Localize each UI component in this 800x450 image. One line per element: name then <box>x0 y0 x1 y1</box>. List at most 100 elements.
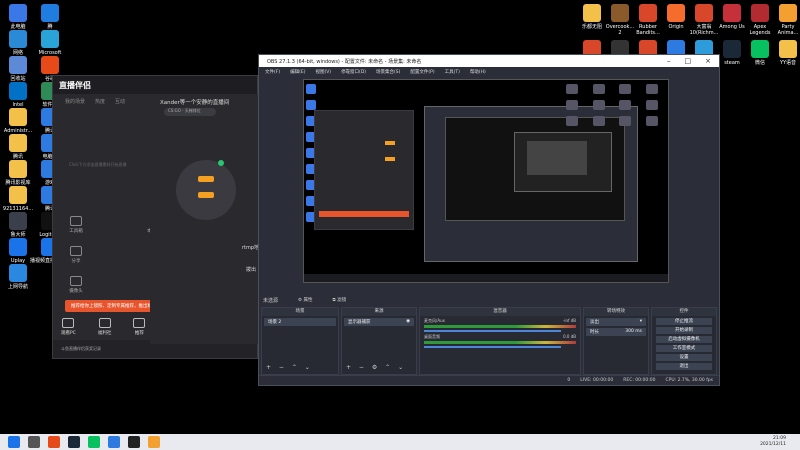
scenes-dock-controls[interactable]: + − ⌃ ⌄ <box>266 364 313 371</box>
studio-mode-button[interactable]: 工作室模式 <box>656 345 712 352</box>
virtual-camera-button[interactable]: 启动虚拟摄像机 <box>656 336 712 343</box>
desktop-icon[interactable]: 腾 <box>28 4 72 30</box>
menu-tools[interactable]: 工具(T) <box>445 69 460 75</box>
obs-window: OBS 27.1.3 (64-bit, windows) - 配置文件: 未命名… <box>258 54 720 386</box>
tool-toolbox[interactable]: 工具箱 <box>61 216 91 234</box>
app-icon <box>41 56 59 74</box>
exit-button[interactable]: 退出 <box>656 363 712 370</box>
app-icon-1[interactable] <box>48 436 60 448</box>
source-item-label: 显示器捕获 <box>348 320 371 325</box>
desktop-icon-label: YY语音 <box>779 60 797 66</box>
preview-icon <box>306 100 316 110</box>
volume-meter <box>424 325 576 328</box>
menu-scene-collection[interactable]: 场景集合(S) <box>376 69 400 75</box>
start-recording-button[interactable]: 开始录制 <box>656 327 712 334</box>
obs-preview[interactable] <box>303 79 669 283</box>
menu-view[interactable]: 视图(V) <box>315 69 331 75</box>
nav-welfare[interactable]: 福利社 <box>98 318 111 336</box>
dropped-frames: 0 <box>567 378 571 383</box>
app-icon <box>9 134 27 152</box>
flow-button-top[interactable] <box>198 176 214 182</box>
desktop: 此电脑腾网络Microsoft Edge回收站谷歌Intel软件管Adminis… <box>0 0 800 434</box>
mixer-dock: 混音器 麦克风/Aux -inf dB 桌面音频 0.0 dB <box>419 307 581 375</box>
flow-button-bottom[interactable] <box>198 192 214 198</box>
tool-label: 摄像头 <box>69 289 83 294</box>
properties-button[interactable]: ⚙ 属性 <box>298 297 312 303</box>
app-icon <box>9 212 27 230</box>
preview-icon <box>306 84 316 94</box>
minimize-icon[interactable]: – <box>667 57 671 65</box>
search-icon[interactable] <box>28 436 40 448</box>
scene-item[interactable]: 场景 2 <box>264 318 336 326</box>
rec-timer: REC: 00:00:00 <box>623 378 656 383</box>
rtmp-label: rtmp地 <box>242 245 260 251</box>
obs-icon[interactable] <box>128 436 140 448</box>
transition-select[interactable]: 淡出 ▾ <box>586 318 646 326</box>
clock-date: 2021/12/11 <box>760 442 786 447</box>
streaming-app-logo: 直播伴侣 <box>59 80 91 90</box>
maximize-icon[interactable]: □ <box>685 57 692 65</box>
preview-icon <box>592 100 605 110</box>
tab-scenes[interactable]: 我的场景 <box>65 98 85 105</box>
tool-share[interactable]: 分享 <box>61 246 91 264</box>
tab-heat[interactable]: 热度 <box>95 98 105 105</box>
menu-file[interactable]: 文件(F) <box>265 69 280 75</box>
transition-mode: 淡出 <box>590 320 599 325</box>
sources-dock-controls[interactable]: + − ⚙ ⌃ ⌄ <box>346 364 406 371</box>
desktop-icon-label: 上网导航 <box>7 284 28 290</box>
stop-streaming-button[interactable]: 停止推流 <box>656 318 712 325</box>
duration-field[interactable]: 时长 300 ms <box>586 328 646 336</box>
app-icon <box>9 56 27 74</box>
system-clock[interactable]: 21:09 2021/12/11 <box>760 436 800 448</box>
close-icon[interactable]: × <box>705 57 711 65</box>
menu-docks[interactable]: 停靠窗口(D) <box>341 69 366 75</box>
sources-header: 来源 <box>342 308 416 316</box>
track-db: 0.0 dB <box>563 334 576 339</box>
nav-recommend[interactable]: 推荐 <box>133 318 146 336</box>
app-icon-3[interactable] <box>148 436 160 448</box>
start-icon[interactable] <box>8 436 20 448</box>
tab-interact[interactable]: 互动 <box>115 98 125 105</box>
preview-banner <box>319 211 409 217</box>
empty-hint: Click下方添加直播素材开始直播 <box>69 162 127 167</box>
track-name: 桌面音频 <box>424 334 440 339</box>
transitions-header: 转场特效 <box>584 308 648 316</box>
track-db: -inf dB <box>562 318 576 323</box>
app-icon <box>41 30 59 48</box>
eye-icon[interactable]: ◉ <box>406 319 410 325</box>
volume-meter <box>424 341 576 344</box>
volume-slider[interactable] <box>424 346 561 348</box>
desktop-icon[interactable]: YY语音 <box>766 40 800 66</box>
status-dot <box>218 160 224 166</box>
nav-watch-pc[interactable]: 观看PC <box>61 318 76 336</box>
duration-label: 时长 <box>590 330 599 335</box>
app-icon <box>9 186 27 204</box>
menu-help[interactable]: 帮助(H) <box>470 69 486 75</box>
dialout-label: 拨出 <box>246 267 257 273</box>
room-title: Xander等一个安静的直播间 <box>160 100 230 106</box>
controls-dock: 控件 停止推流 开始录制 启动虚拟摄像机 工作室模式 设置 退出 <box>651 307 717 375</box>
menu-profile[interactable]: 配置文件(P) <box>410 69 434 75</box>
app-icon-2[interactable] <box>108 436 120 448</box>
settings-button[interactable]: 设置 <box>656 354 712 361</box>
desktop-icon[interactable]: Party Anima... <box>766 4 800 36</box>
source-item[interactable]: 显示器捕获 ◉ <box>344 318 414 326</box>
preview-nested-canvas <box>445 117 625 221</box>
preview-flow-button <box>385 157 395 161</box>
steam-icon[interactable] <box>68 436 80 448</box>
obs-menubar: 文件(F) 编辑(E) 视图(V) 停靠窗口(D) 场景集合(S) 配置文件(P… <box>259 67 719 77</box>
wechat-icon[interactable] <box>88 436 100 448</box>
category-badge[interactable]: CS:GO · 天梯排位 <box>164 108 216 116</box>
preview-nested-canvas-2 <box>527 141 587 175</box>
menu-edit[interactable]: 编辑(E) <box>290 69 305 75</box>
streaming-app-header: 直播伴侣 <box>53 76 257 94</box>
streaming-app-main-panel: Xander等一个安静的直播间 CS:GO · 天梯排位 rtmp地 拨出 <box>150 94 260 344</box>
chevron-down-icon: ▾ <box>639 319 642 324</box>
preview-nested-obs <box>424 106 638 262</box>
volume-slider[interactable] <box>424 330 561 332</box>
app-icon <box>9 238 27 256</box>
tool-camera[interactable]: 摄像头 <box>61 276 91 294</box>
filters-button[interactable]: ⧉ 滤镜 <box>332 297 346 303</box>
app-icon <box>779 4 797 22</box>
desktop-icon[interactable]: 上网导航 <box>0 264 40 290</box>
